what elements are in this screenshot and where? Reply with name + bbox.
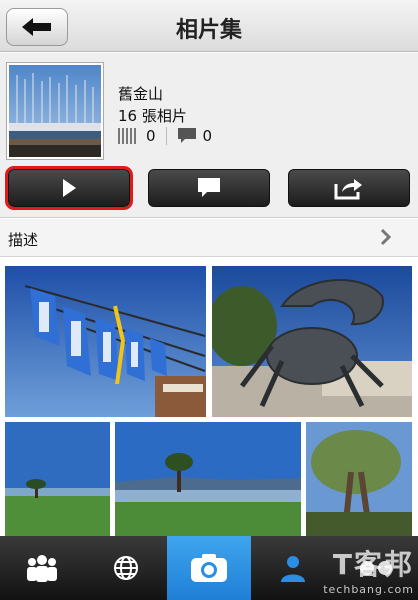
page-title: 相片集 <box>175 18 242 43</box>
description-label: 描述 <box>8 231 39 249</box>
share-button[interactable] <box>288 169 410 207</box>
album-info: 舊金山 16 張相片 0 0 <box>0 53 418 218</box>
comments-icon <box>177 128 196 143</box>
play-slideshow-button[interactable] <box>5 166 133 210</box>
tab-people[interactable] <box>0 536 84 600</box>
comment-button[interactable] <box>148 169 270 207</box>
comment-icon <box>198 178 220 197</box>
photo-thumbnail[interactable] <box>212 266 412 417</box>
watermark-text: T客邦 <box>332 548 414 581</box>
photo-thumbnail[interactable] <box>306 422 412 536</box>
crab-sculpture-image <box>212 266 412 417</box>
watermark-url: techbang.com <box>323 583 414 596</box>
bottom-tab-bar: T客邦 techbang.com <box>0 536 418 600</box>
description-row[interactable]: 描述 <box>0 219 418 257</box>
tree-image <box>306 422 412 536</box>
views-icon <box>118 128 136 144</box>
watermark: T客邦 techbang.com <box>323 543 414 596</box>
tab-profile[interactable] <box>251 536 334 600</box>
coastline-image <box>115 422 301 536</box>
marina-image <box>9 65 101 157</box>
share-icon <box>334 179 362 200</box>
album-cover-thumbnail[interactable] <box>7 63 103 159</box>
album-photo-count: 16 張相片 <box>118 107 187 125</box>
album-actions <box>0 166 418 211</box>
album-name: 舊金山 <box>118 85 164 103</box>
tab-photos[interactable] <box>167 536 251 600</box>
top-bar: 相片集 <box>0 0 418 52</box>
tab-explore[interactable] <box>84 536 167 600</box>
photo-grid <box>0 262 418 536</box>
photo-thumbnail[interactable] <box>5 266 206 417</box>
flags-image <box>5 266 206 417</box>
stats-divider <box>165 127 167 145</box>
person-icon <box>280 556 305 582</box>
chevron-right-icon <box>380 228 392 246</box>
comments-count: 0 <box>202 127 213 145</box>
play-icon <box>63 179 76 197</box>
globe-icon <box>113 556 138 580</box>
golf-course-image <box>5 422 110 536</box>
photo-thumbnail[interactable] <box>115 422 301 536</box>
album-stats: 0 0 <box>118 127 212 145</box>
photo-thumbnail[interactable] <box>5 422 110 536</box>
views-count: 0 <box>146 127 156 145</box>
camera-icon <box>191 554 227 582</box>
people-icon <box>27 555 57 582</box>
